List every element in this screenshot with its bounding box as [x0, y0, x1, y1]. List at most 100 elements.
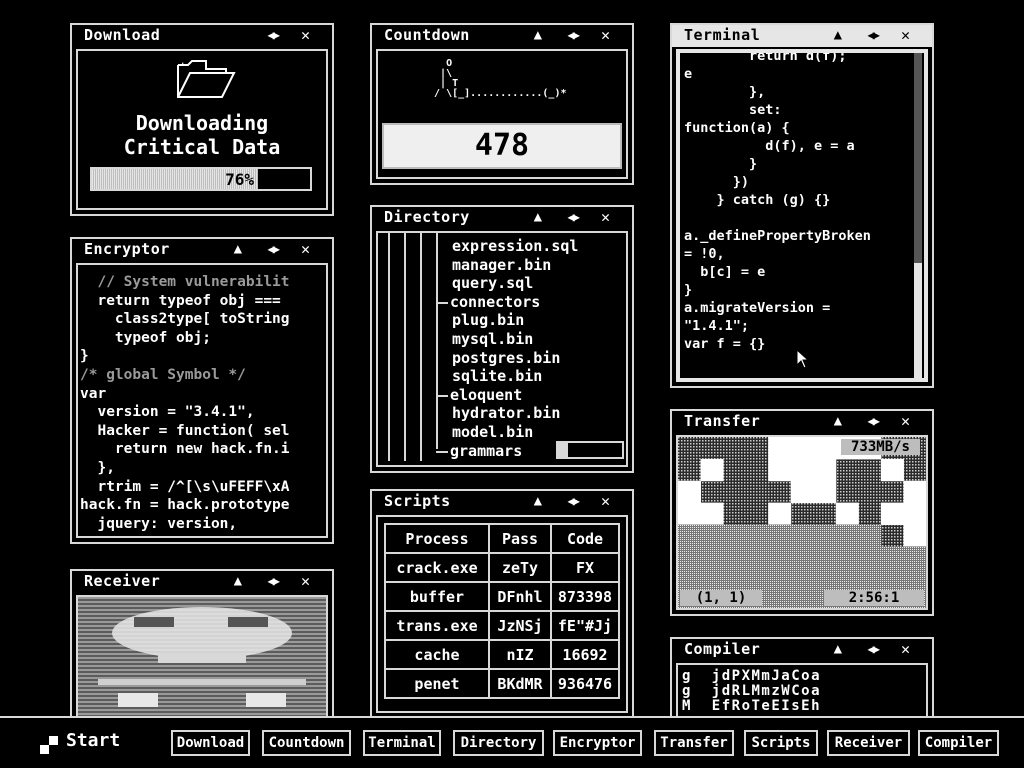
directory-item[interactable]: model.bin	[452, 423, 533, 441]
caret-up-icon[interactable]: ▲	[534, 209, 542, 225]
encryptor-titlebar[interactable]: Encryptor ▲ ◀▶ ✕	[72, 239, 332, 261]
taskbar-item-scripts[interactable]: Scripts	[744, 730, 818, 756]
code-line: function(a) {	[684, 120, 790, 136]
process-table-header: Process Pass Code	[384, 523, 620, 554]
directory-item[interactable]: mysql.bin	[452, 330, 533, 348]
directory-item[interactable]: grammars	[436, 442, 522, 460]
terminal-titlebar[interactable]: Terminal ▲ ◀▶ ✕	[672, 25, 932, 47]
taskbar-item-directory[interactable]: Directory	[453, 730, 544, 756]
transfer-speed: 733MB/s	[840, 439, 920, 455]
process-table: Process Pass Code crack.exe zeTy FX buffer D…	[384, 523, 620, 699]
download-titlebar[interactable]: Download ◀▶ ✕	[72, 25, 332, 47]
encryptor-body: // System vulnerabilit return typeof obj…	[76, 263, 328, 538]
resize-arrows-icon[interactable]: ◀▶	[568, 28, 581, 42]
download-heading-line2: Critical Data	[123, 135, 281, 159]
table-row[interactable]: crack.exe zeTy FX	[384, 552, 620, 583]
table-row[interactable]: cache nIZ 16692	[384, 639, 620, 670]
directory-item[interactable]: hydrator.bin	[452, 404, 560, 422]
caret-up-icon[interactable]: ▲	[534, 27, 542, 43]
countdown-display: 478	[382, 123, 622, 169]
taskbar-item-download[interactable]: Download	[171, 730, 250, 756]
resize-arrows-icon[interactable]: ◀▶	[268, 242, 281, 256]
close-icon[interactable]: ✕	[901, 412, 910, 430]
caret-up-icon[interactable]: ▲	[234, 573, 242, 589]
close-icon[interactable]: ✕	[301, 572, 310, 590]
encryptor-window[interactable]: Encryptor ▲ ◀▶ ✕ // System vulnerabilit …	[70, 237, 334, 544]
taskbar-item-countdown[interactable]: Countdown	[262, 730, 351, 756]
close-icon[interactable]: ✕	[901, 26, 910, 44]
directory-item[interactable]: manager.bin	[452, 256, 551, 274]
resize-arrows-icon[interactable]: ◀▶	[868, 414, 881, 428]
directory-item[interactable]: sqlite.bin	[452, 367, 542, 385]
resize-arrows-icon[interactable]: ◀▶	[268, 28, 281, 42]
table-row[interactable]: trans.exe JzNSj fE"#Jj	[384, 610, 620, 641]
taskbar-item-transfer[interactable]: Transfer	[654, 730, 734, 756]
taskbar-item-compiler[interactable]: Compiler	[918, 730, 999, 756]
countdown-titlebar[interactable]: Countdown ▲ ◀▶ ✕	[372, 25, 632, 47]
resize-arrows-icon[interactable]: ◀▶	[868, 642, 881, 656]
compiler-titlebar[interactable]: Compiler ▲ ◀▶ ✕	[672, 639, 932, 661]
resize-arrows-icon[interactable]: ◀▶	[568, 494, 581, 508]
close-icon[interactable]: ✕	[901, 640, 910, 658]
download-title: Download	[84, 26, 161, 44]
taskbar-item-encryptor[interactable]: Encryptor	[553, 730, 642, 756]
close-icon[interactable]: ✕	[301, 240, 310, 258]
transfer-block	[903, 502, 926, 525]
transfer-block	[903, 524, 926, 547]
col-code: Code	[550, 523, 620, 554]
close-icon[interactable]: ✕	[601, 492, 610, 510]
scripts-titlebar[interactable]: Scripts ▲ ◀▶ ✕	[372, 491, 632, 513]
caret-up-icon[interactable]: ▲	[534, 493, 542, 509]
close-icon[interactable]: ✕	[601, 26, 610, 44]
countdown-window[interactable]: Countdown ▲ ◀▶ ✕ O |\ | T / \[_]........…	[370, 23, 634, 185]
transfer-block	[880, 568, 904, 591]
resize-arrows-icon[interactable]: ◀▶	[268, 574, 281, 588]
transfer-block	[835, 568, 859, 591]
directory-item[interactable]: expression.sql	[452, 237, 578, 255]
directory-item[interactable]: plug.bin	[452, 311, 524, 329]
receiver-window[interactable]: Receiver ▲ ◀▶ ✕	[70, 569, 334, 729]
transfer-block	[790, 590, 814, 608]
receiver-titlebar[interactable]: Receiver ▲ ◀▶ ✕	[72, 571, 332, 593]
taskbar-item-terminal[interactable]: Terminal	[363, 730, 441, 756]
resize-arrows-icon[interactable]: ◀▶	[568, 210, 581, 224]
start-button[interactable]: Start	[38, 728, 138, 756]
terminal-window[interactable]: Terminal ▲ ◀▶ ✕ return d(f); e }, set: fun…	[670, 23, 934, 388]
directory-item[interactable]: postgres.bin	[452, 349, 560, 367]
resize-arrows-icon[interactable]: ◀▶	[868, 28, 881, 42]
close-icon[interactable]: ✕	[301, 26, 310, 44]
table-row[interactable]: penet BKdMR 936476	[384, 668, 620, 699]
download-window[interactable]: Download ◀▶ ✕ . Downloading Critical Dat…	[70, 23, 334, 216]
code-line: },	[684, 84, 766, 100]
download-heading-line1: Downloading	[135, 111, 269, 135]
directory-item[interactable]: eloquent	[436, 386, 522, 404]
directory-titlebar[interactable]: Directory ▲ ◀▶ ✕	[372, 207, 632, 229]
caret-up-icon[interactable]: ▲	[834, 641, 842, 657]
skull-static-image	[78, 597, 326, 721]
transfer-block	[813, 524, 837, 547]
caret-up-icon[interactable]: ▲	[234, 241, 242, 257]
terminal-scrollbar-thumb[interactable]	[914, 263, 922, 378]
table-cell: BKdMR	[488, 668, 552, 699]
directory-item[interactable]: query.sql	[452, 274, 533, 292]
transfer-titlebar[interactable]: Transfer ▲ ◀▶ ✕	[672, 411, 932, 433]
table-row[interactable]: buffer DFnhl 873398	[384, 581, 620, 612]
code-line: Hacker = function( sel	[80, 422, 290, 439]
caret-up-icon[interactable]: ▲	[834, 413, 842, 429]
code-line: = !0,	[684, 246, 725, 262]
table-cell: FX	[550, 552, 620, 583]
directory-window[interactable]: Directory ▲ ◀▶ ✕ expression.sql manager.b…	[370, 205, 634, 473]
download-heading: Downloading Critical Data	[78, 111, 326, 159]
download-body: . Downloading Critical Data 76%	[76, 49, 328, 210]
code-line: } catch (g) {}	[684, 192, 831, 208]
compiler-window[interactable]: Compiler ▲ ◀▶ ✕ g jdPXMmJaCoa g jdRLMmzWC…	[670, 637, 934, 727]
scripts-window[interactable]: Scripts ▲ ◀▶ ✕ Process Pass Code crack.e…	[370, 489, 634, 719]
close-icon[interactable]: ✕	[601, 208, 610, 226]
directory-item[interactable]: connectors	[436, 293, 540, 311]
transfer-block	[700, 502, 724, 525]
code-line: return d(f);	[684, 49, 847, 64]
transfer-window[interactable]: Transfer ▲ ◀▶ ✕ 733MB/s (1, 1) 2:56:1	[670, 409, 934, 616]
caret-up-icon[interactable]: ▲	[834, 27, 842, 43]
taskbar-item-receiver[interactable]: Receiver	[827, 730, 910, 756]
terminal-scrollbar[interactable]	[914, 53, 922, 378]
